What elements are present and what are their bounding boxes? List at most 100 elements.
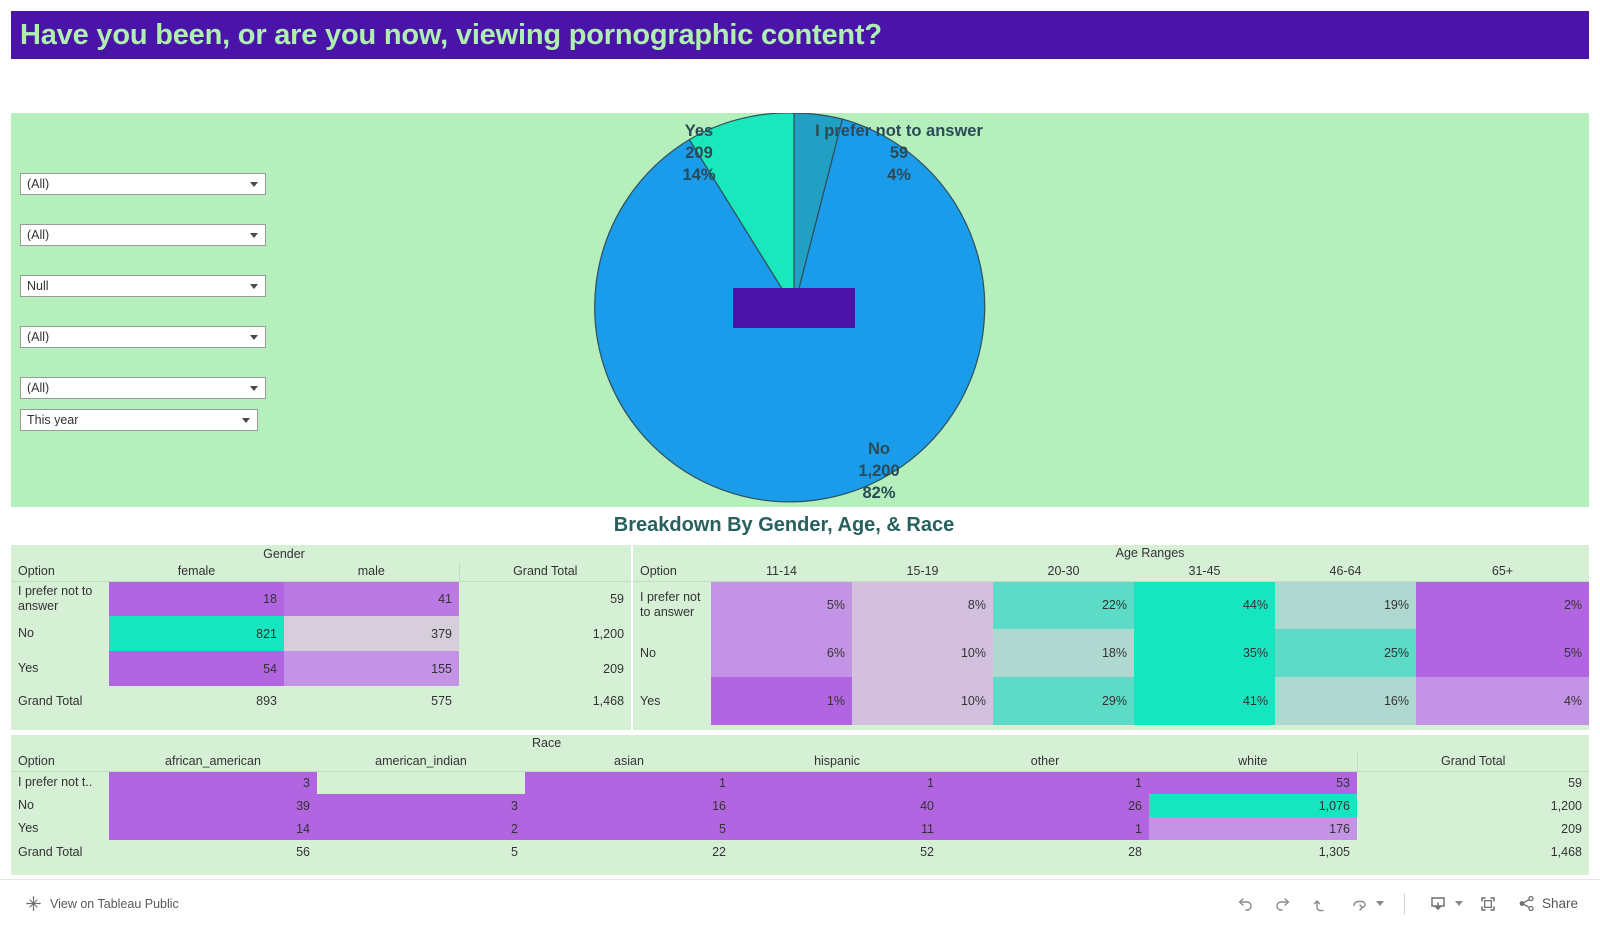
filter-value-5: (All) bbox=[27, 381, 50, 395]
chevron-down-icon[interactable] bbox=[250, 386, 258, 391]
chevron-down-icon[interactable] bbox=[250, 335, 258, 340]
gender-cell[interactable]: 379 bbox=[284, 616, 460, 651]
age-col-20-30[interactable]: 20-30 bbox=[993, 561, 1134, 582]
age-col-11-14[interactable]: 11-14 bbox=[711, 561, 852, 582]
race-cell[interactable]: 1 bbox=[941, 771, 1149, 794]
age-cell[interactable]: 4% bbox=[1416, 677, 1589, 725]
age-cell[interactable]: 1% bbox=[711, 677, 852, 725]
chevron-down-icon[interactable] bbox=[242, 418, 250, 423]
gender-col-female[interactable]: female bbox=[109, 562, 284, 582]
race-cell[interactable]: 3 bbox=[317, 794, 525, 817]
pause-dropdown-caret-icon[interactable] bbox=[1375, 901, 1384, 906]
top-panel: (All) (All) Null (All) (All) This year Y… bbox=[11, 113, 1589, 507]
gender-total-row: Grand Total 893 575 1,468 bbox=[11, 686, 631, 716]
race-col-other[interactable]: other bbox=[941, 751, 1149, 772]
pie-chart[interactable]: Yes 209 14% I prefer not to answer 59 4%… bbox=[589, 113, 1009, 507]
age-cell[interactable]: 10% bbox=[852, 677, 993, 725]
table-row[interactable]: No 39 3 16 40 26 1,076 1,200 bbox=[11, 794, 1589, 817]
table-row[interactable]: Yes 14 2 5 11 1 176 209 bbox=[11, 817, 1589, 840]
view-on-tableau-public-link[interactable]: View on Tableau Public bbox=[25, 895, 179, 912]
filter-dropdown-4[interactable]: (All) bbox=[20, 326, 266, 348]
filter-dropdown-3[interactable]: Null bbox=[20, 275, 266, 297]
age-cell[interactable]: 6% bbox=[711, 629, 852, 677]
table-row[interactable]: Yes 1% 10% 29% 41% 16% 4% bbox=[633, 677, 1589, 725]
age-col-15-19[interactable]: 15-19 bbox=[852, 561, 993, 582]
table-row[interactable]: No 821 379 1,200 bbox=[11, 616, 631, 651]
spacer bbox=[11, 735, 109, 751]
share-button[interactable]: Share bbox=[1517, 894, 1578, 913]
age-cell[interactable]: 35% bbox=[1134, 629, 1275, 677]
refresh-icon bbox=[1353, 900, 1366, 911]
download-button[interactable] bbox=[1421, 888, 1455, 920]
age-cell[interactable]: 2% bbox=[1416, 581, 1589, 629]
race-cell[interactable]: 26 bbox=[941, 794, 1149, 817]
race-col-asian[interactable]: asian bbox=[525, 751, 733, 772]
race-cell[interactable]: 1 bbox=[941, 817, 1149, 840]
race-cell[interactable]: 1 bbox=[525, 771, 733, 794]
race-cell[interactable]: 39 bbox=[109, 794, 317, 817]
refresh-button[interactable] bbox=[1342, 888, 1376, 920]
race-cell[interactable]: 2 bbox=[317, 817, 525, 840]
age-cell[interactable]: 5% bbox=[1416, 629, 1589, 677]
table-row[interactable]: No 6% 10% 18% 35% 25% 5% bbox=[633, 629, 1589, 677]
age-cell[interactable]: 29% bbox=[993, 677, 1134, 725]
race-grand-total: 59 bbox=[1568, 775, 1582, 790]
revert-button[interactable] bbox=[1304, 888, 1338, 920]
age-col-46-64[interactable]: 46-64 bbox=[1275, 561, 1416, 582]
undo-button[interactable] bbox=[1228, 888, 1262, 920]
age-col-65plus[interactable]: 65+ bbox=[1416, 561, 1589, 582]
table-row[interactable]: I prefer not t.. 3 1 1 1 53 59 bbox=[11, 771, 1589, 794]
race-cell[interactable]: 14 bbox=[109, 817, 317, 840]
race-col-american-indian[interactable]: american_indian bbox=[317, 751, 525, 772]
gender-cell[interactable]: 18 bbox=[109, 581, 284, 616]
race-cell[interactable]: 176 bbox=[1149, 817, 1357, 840]
age-cell[interactable]: 16% bbox=[1275, 677, 1416, 725]
gender-col-male[interactable]: male bbox=[284, 562, 460, 582]
race-cell[interactable]: 1 bbox=[733, 771, 941, 794]
table-row[interactable]: Yes 54 155 209 bbox=[11, 651, 631, 686]
gender-cell[interactable]: 41 bbox=[284, 581, 460, 616]
gender-row-label: I prefer not to answer bbox=[11, 581, 109, 616]
filter-row-3: Null bbox=[20, 275, 290, 326]
age-cell[interactable]: 10% bbox=[852, 629, 993, 677]
chevron-down-icon[interactable] bbox=[250, 284, 258, 289]
age-cell[interactable]: 18% bbox=[993, 629, 1134, 677]
filter-value-2: (All) bbox=[27, 228, 50, 242]
age-cell[interactable]: 8% bbox=[852, 581, 993, 629]
gender-cell[interactable]: 821 bbox=[109, 616, 284, 651]
race-cell[interactable]: 16 bbox=[525, 794, 733, 817]
table-row[interactable]: I prefer not to answer 18 41 59 bbox=[11, 581, 631, 616]
table-row[interactable]: I prefer not to answer 5% 8% 22% 44% 19%… bbox=[633, 581, 1589, 629]
age-cell[interactable]: 41% bbox=[1134, 677, 1275, 725]
chevron-down-icon[interactable] bbox=[250, 233, 258, 238]
race-col-african-american[interactable]: african_american bbox=[109, 751, 317, 772]
chevron-down-icon[interactable] bbox=[250, 182, 258, 187]
filter-dropdown-date[interactable]: This year bbox=[20, 409, 258, 431]
filter-row-2: (All) bbox=[20, 224, 290, 275]
age-cell[interactable]: 19% bbox=[1275, 581, 1416, 629]
age-col-31-45[interactable]: 31-45 bbox=[1134, 561, 1275, 582]
age-cell[interactable]: 5% bbox=[711, 581, 852, 629]
age-cell[interactable]: 44% bbox=[1134, 581, 1275, 629]
race-cell[interactable]: 40 bbox=[733, 794, 941, 817]
download-dropdown-caret-icon[interactable] bbox=[1454, 901, 1463, 906]
redo-button[interactable] bbox=[1266, 888, 1300, 920]
race-cell[interactable]: 3 bbox=[109, 771, 317, 794]
gender-cell[interactable]: 54 bbox=[109, 651, 284, 686]
age-cell[interactable]: 25% bbox=[1275, 629, 1416, 677]
filter-dropdown-2[interactable]: (All) bbox=[20, 224, 266, 246]
age-cell[interactable]: 22% bbox=[993, 581, 1134, 629]
race-cell[interactable]: 53 bbox=[1149, 771, 1357, 794]
race-cell[interactable] bbox=[317, 771, 525, 794]
race-cell[interactable]: 5 bbox=[525, 817, 733, 840]
filter-dropdown-5[interactable]: (All) bbox=[20, 377, 266, 399]
filter-value-3: Null bbox=[27, 279, 49, 293]
filter-dropdown-1[interactable]: (All) bbox=[20, 173, 266, 195]
fullscreen-button[interactable] bbox=[1471, 888, 1505, 920]
gender-grand-total: 59 bbox=[610, 591, 625, 606]
race-col-white[interactable]: white bbox=[1149, 751, 1357, 772]
race-cell[interactable]: 1,076 bbox=[1149, 794, 1357, 817]
race-col-hispanic[interactable]: hispanic bbox=[733, 751, 941, 772]
race-cell[interactable]: 11 bbox=[733, 817, 941, 840]
gender-cell[interactable]: 155 bbox=[284, 651, 460, 686]
